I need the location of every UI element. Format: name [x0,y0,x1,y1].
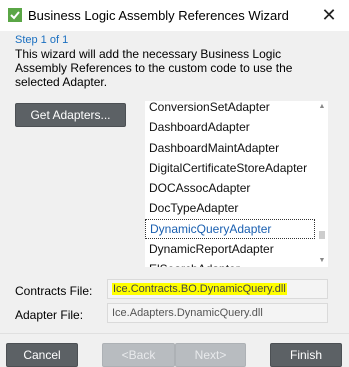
contracts-file-value: Ice.Contracts.BO.DynamicQuery.dll [112,283,287,295]
contracts-file-field: Ice.Contracts.BO.DynamicQuery.dll [107,279,328,299]
app-icon [8,8,22,22]
contracts-file-label: Contracts File: [15,284,93,298]
list-item[interactable]: DigitalCertificateStoreAdapter [145,158,315,178]
list-item[interactable]: DashboardMaintAdapter [145,138,315,158]
footer-divider [0,333,349,334]
list-item[interactable]: DocTypeAdapter [145,198,315,218]
back-button[interactable]: <Back [102,343,175,367]
adapter-file-label: Adapter File: [15,308,84,322]
list-item[interactable]: ConversionSetAdapter [145,101,315,117]
finish-button[interactable]: Finish [270,343,342,367]
list-item[interactable]: DynamicReportAdapter [145,239,315,259]
adapter-list[interactable]: ConversionSetAdapter DashboardAdapter Dash… [145,101,328,267]
next-button[interactable]: Next> [175,343,246,367]
list-item[interactable]: DOCAssocAdapter [145,178,315,198]
list-item[interactable]: DashboardAdapter [145,117,315,137]
adapter-file-field: Ice.Adapters.DynamicQuery.dll [107,303,328,323]
list-scrollbar[interactable]: ▲ ▼ [316,101,328,267]
cancel-button[interactable]: Cancel [6,343,78,367]
wizard-description: This wizard will add the necessary Busin… [15,47,293,89]
title-bar: Business Logic Assembly References Wizar… [0,0,349,31]
close-icon[interactable]: ✕ [317,3,341,27]
list-item-selected[interactable]: DynamicQueryAdapter [145,218,315,240]
wizard-body: Step 1 of 1 This wizard will add the nec… [0,31,349,367]
list-item[interactable]: ElSearchAdapter [145,259,315,267]
step-indicator: Step 1 of 1 [15,34,69,46]
scroll-thumb[interactable] [319,231,325,239]
scroll-down-icon[interactable]: ▼ [318,257,326,265]
scroll-up-icon[interactable]: ▲ [318,103,326,111]
get-adapters-button[interactable]: Get Adapters... [15,103,126,127]
window-title: Business Logic Assembly References Wizar… [28,8,289,23]
